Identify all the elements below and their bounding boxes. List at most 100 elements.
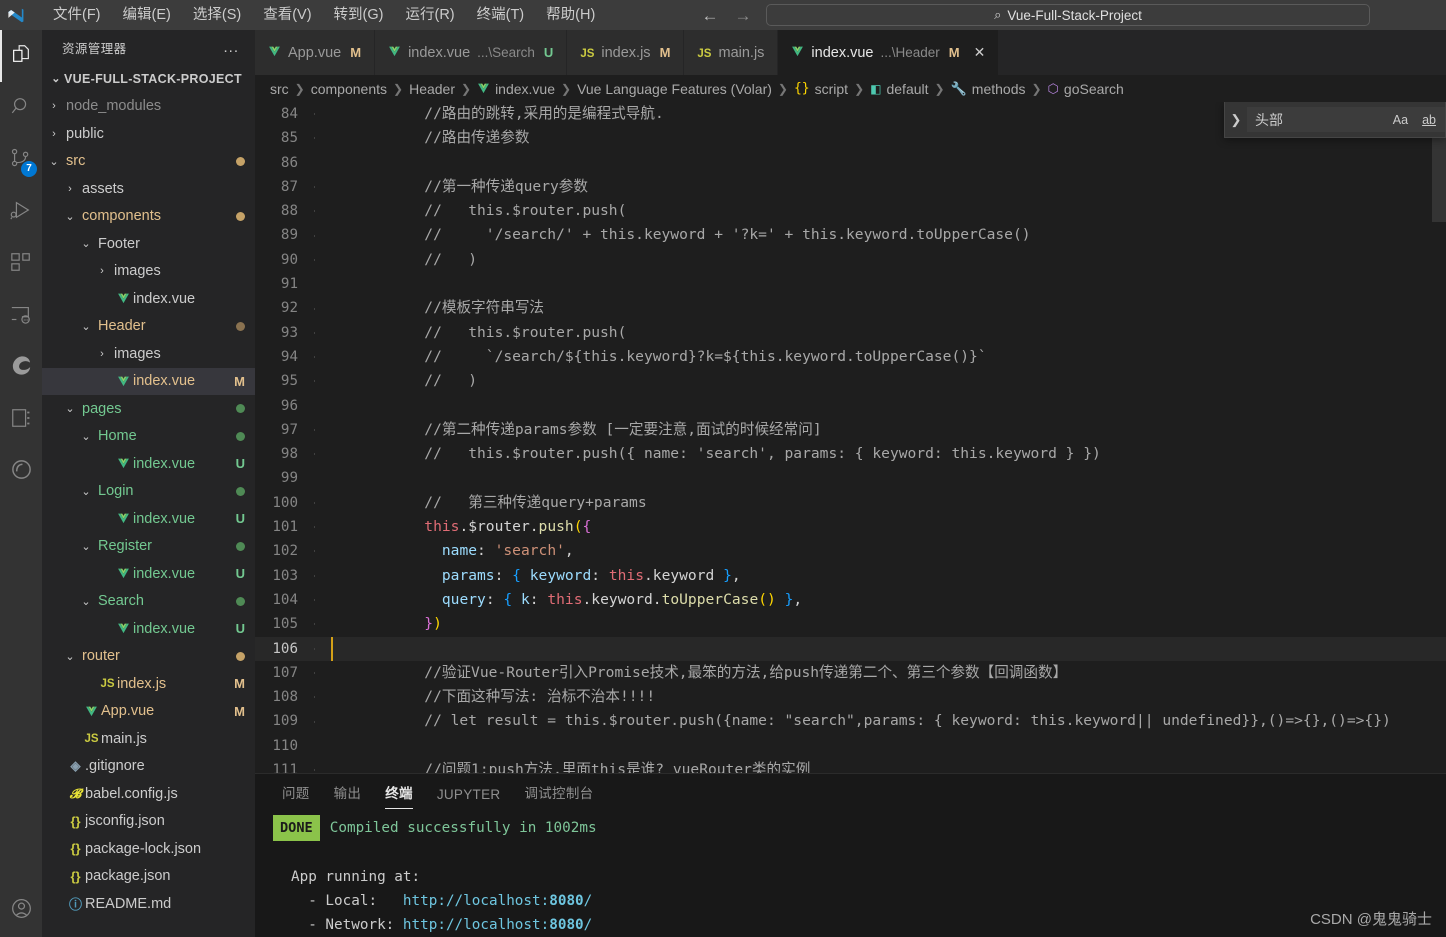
tree-item-package-lock-json[interactable]: {} package-lock.json: [42, 835, 255, 863]
json-icon: {}: [70, 841, 81, 857]
panel-tab-4[interactable]: 调试控制台: [512, 782, 605, 809]
local-port[interactable]: 8080: [549, 889, 583, 913]
close-icon[interactable]: ✕: [974, 44, 986, 61]
tree-item-readme-md[interactable]: ⓘ README.md: [42, 890, 255, 918]
activity-item-account[interactable]: [0, 885, 42, 937]
activity-item-notebook[interactable]: [0, 394, 42, 446]
tree-item-label: pages: [82, 400, 122, 417]
activity-item-search[interactable]: [0, 82, 42, 134]
menu-go[interactable]: 转到(G): [323, 3, 395, 27]
editor-tab-1[interactable]: index.vue ...\Search U: [375, 30, 568, 75]
panel-tab-3[interactable]: JUPYTER: [425, 787, 513, 809]
tree-root-row[interactable]: ⌄ VUE-FULL-STACK-PROJECT: [42, 65, 255, 93]
terminal-line-local: - Local: http://localhost: 8080/: [273, 889, 1446, 913]
network-url-post[interactable]: /: [584, 913, 593, 937]
local-url-pre[interactable]: http://localhost:: [403, 889, 549, 913]
panel-tab-0[interactable]: 问题: [270, 782, 322, 809]
panel-tab-2[interactable]: 终端: [373, 782, 425, 809]
menu-file[interactable]: 文件(F): [42, 3, 112, 27]
tree-item-components[interactable]: ⌄ components: [42, 203, 255, 231]
tree-item-package-json[interactable]: {} package.json: [42, 863, 255, 891]
activity-item-edge-tools[interactable]: [0, 342, 42, 394]
activity-item-run-and-debug[interactable]: [0, 186, 42, 238]
tree-item-index-js[interactable]: JS index.js M: [42, 670, 255, 698]
arrow-right-icon[interactable]: →: [733, 7, 753, 24]
tree-item-pages[interactable]: ⌄ pages: [42, 395, 255, 423]
tree-item-index-vue[interactable]: index.vue: [42, 285, 255, 313]
activity-item-explorer[interactable]: [0, 30, 42, 82]
local-url-post[interactable]: /: [584, 889, 593, 913]
code-line-105: 105 }): [255, 612, 1446, 636]
code-token: k: [512, 590, 530, 608]
breadcrumb-item-script[interactable]: {} script: [794, 81, 848, 97]
tree-item-login[interactable]: ⌄ Login: [42, 478, 255, 506]
tree-item-search[interactable]: ⌄ Search: [42, 588, 255, 616]
breadcrumb-item-vue-language-features--volar-[interactable]: Vue Language Features (Volar): [577, 81, 772, 97]
tree-item-app-vue[interactable]: App.vue M: [42, 698, 255, 726]
tree-item-header[interactable]: ⌄ Header: [42, 313, 255, 341]
tree-item-main-js[interactable]: JS main.js: [42, 725, 255, 753]
breadcrumb-item-components[interactable]: components: [311, 81, 387, 97]
tree-item-home[interactable]: ⌄ Home: [42, 423, 255, 451]
editor-tab-4[interactable]: index.vue ...\Header M ✕: [778, 30, 1000, 75]
code-token: ): [433, 615, 442, 633]
tree-item-index-vue[interactable]: index.vue U: [42, 505, 255, 533]
tree-item-assets[interactable]: › assets: [42, 175, 255, 203]
tree-item-index-vue[interactable]: index.vue U: [42, 450, 255, 478]
title-center-group: ← → ⌕ Vue-Full-Stack-Project: [700, 0, 1370, 30]
chevron-right-icon: ›: [52, 127, 56, 140]
breadcrumb-item-default[interactable]: ◧ default: [870, 81, 928, 97]
breadcrumb-item-src[interactable]: src: [270, 81, 289, 97]
tree-item-src[interactable]: ⌄ src: [42, 148, 255, 176]
menu-terminal[interactable]: 终端(T): [466, 3, 536, 27]
editor-tab-2[interactable]: JS index.js M: [567, 30, 685, 75]
tree-item-public[interactable]: › public: [42, 120, 255, 148]
breadcrumb-item-gosearch[interactable]: ⬡ goSearch: [1048, 81, 1124, 97]
tree-item--gitignore[interactable]: ◈ .gitignore: [42, 753, 255, 781]
tree-item-node-modules[interactable]: › node_modules: [42, 93, 255, 121]
menu-edit[interactable]: 编辑(E): [112, 3, 182, 27]
tree-item-babel-config-js[interactable]: 𝓑babel.config.js: [42, 780, 255, 808]
editor-tab-0[interactable]: App.vue M: [255, 30, 376, 75]
symbol-method-icon: ⬡: [1047, 80, 1059, 96]
activity-item-codeium[interactable]: [0, 446, 42, 498]
breadcrumb-item-header[interactable]: Header: [409, 81, 455, 97]
menu-run[interactable]: 运行(R): [394, 3, 465, 27]
workbench-body: 7 >< 资源管理器 ... ⌄ VUE-FULL-STACK-PROJECT …: [0, 30, 1446, 937]
network-port[interactable]: 8080: [549, 913, 583, 937]
chevron-right-icon[interactable]: ❯: [1225, 112, 1247, 128]
menu-view[interactable]: 查看(V): [252, 3, 322, 27]
code-token: :: [529, 590, 548, 608]
breadcrumb-item-index-vue[interactable]: index.vue: [477, 81, 555, 97]
tree-item-images[interactable]: › images: [42, 340, 255, 368]
tree-item-index-vue[interactable]: index.vue M: [42, 367, 255, 395]
code-editor[interactable]: 84 //路由的跳转,采用的是编程式导航. 85 //路由传递参数 86 87 //…: [255, 102, 1446, 773]
chevron-right-icon: ›: [100, 347, 104, 360]
find-input[interactable]: 头部 Aa ab: [1247, 107, 1445, 132]
activity-item-source-control[interactable]: 7: [0, 134, 42, 186]
line-number: 97: [280, 421, 298, 438]
line-number: 100: [272, 494, 298, 511]
network-url-pre[interactable]: http://localhost:: [403, 913, 549, 937]
tree-item-index-vue[interactable]: index.vue U: [42, 560, 255, 588]
whole-word-option[interactable]: ab: [1418, 111, 1440, 129]
terminal-output[interactable]: DONE Compiled successfully in 1002ms App…: [255, 809, 1446, 937]
tree-item-router[interactable]: ⌄ router: [42, 643, 255, 671]
panel-tab-1[interactable]: 输出: [322, 782, 374, 809]
activity-item-remote-explorer[interactable]: ><: [0, 290, 42, 342]
menu-selection[interactable]: 选择(S): [182, 3, 252, 27]
quick-input-box[interactable]: ⌕ Vue-Full-Stack-Project: [766, 4, 1370, 26]
editor-tab-3[interactable]: JS main.js: [684, 30, 779, 75]
tree-item-index-vue[interactable]: index.vue U: [42, 615, 255, 643]
menu-help[interactable]: 帮助(H): [535, 3, 606, 27]
code-token: }: [424, 615, 434, 633]
match-case-option[interactable]: Aa: [1389, 111, 1412, 129]
breadcrumb-item-methods[interactable]: 🔧 methods: [951, 81, 1026, 97]
more-actions-icon[interactable]: ...: [223, 39, 247, 56]
tree-item-register[interactable]: ⌄ Register: [42, 533, 255, 561]
tree-item-footer[interactable]: ⌄ Footer: [42, 230, 255, 258]
arrow-left-icon[interactable]: ←: [700, 7, 720, 24]
tree-item-jsconfig-json[interactable]: {} jsconfig.json: [42, 808, 255, 836]
activity-item-extensions[interactable]: [0, 238, 42, 290]
tree-item-images[interactable]: › images: [42, 258, 255, 286]
